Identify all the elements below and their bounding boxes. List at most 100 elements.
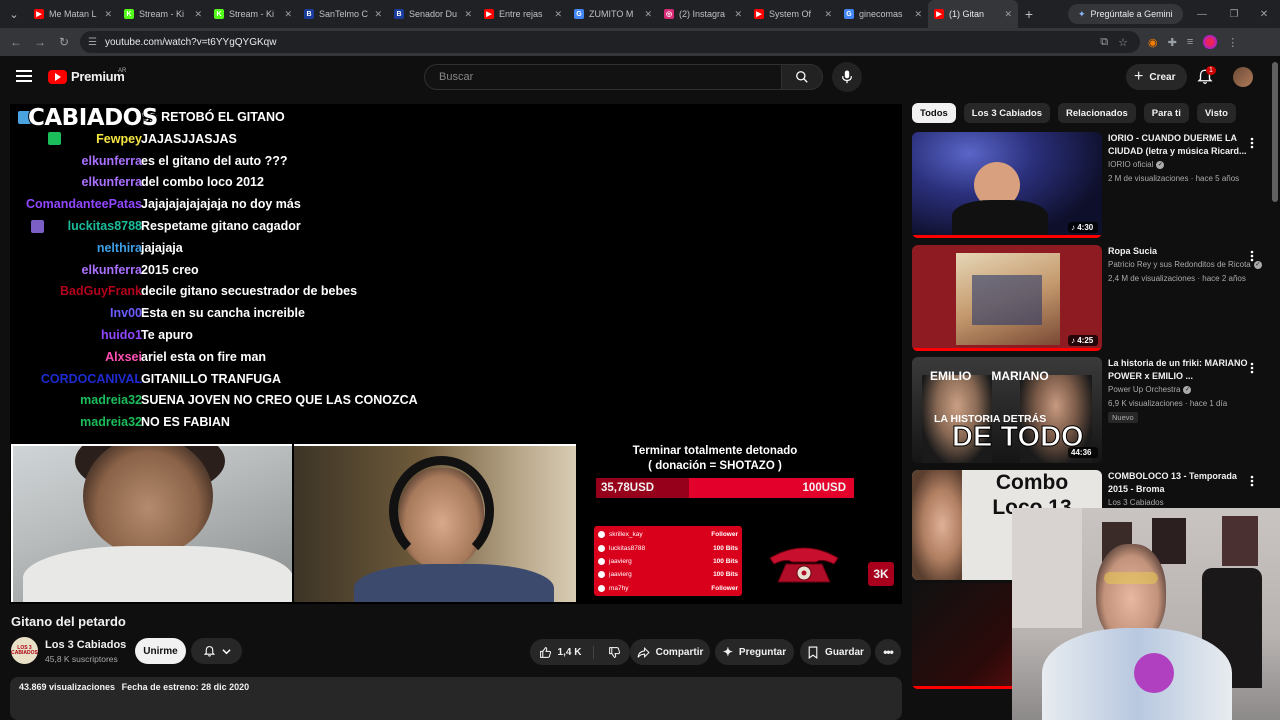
dislike-button[interactable] [600, 646, 621, 659]
profile-icon[interactable] [1203, 35, 1218, 49]
youtube-logo[interactable]: Premium [48, 69, 125, 84]
extension-icon[interactable]: ◉ [1148, 36, 1158, 49]
recommendation-item[interactable]: ♪ 4:30 IORIO - CUANDO DUERME LA CIUDAD (… [912, 132, 1272, 238]
thumbnail[interactable]: EMILIO MARIANO LA HISTORIA DETRÁS DE TOD… [912, 357, 1102, 463]
tab-close-icon[interactable]: ✕ [194, 9, 202, 20]
extensions-puzzle-icon[interactable]: ✚ [1168, 36, 1177, 49]
recommendation-title[interactable]: COMBOLOCO 13 - Temporada 2015 - Broma [1108, 470, 1248, 495]
browser-tab[interactable]: K Stream - Ki ✕ [208, 0, 298, 28]
tab-favicon-icon: B [394, 9, 404, 19]
tab-close-icon[interactable]: ✕ [554, 9, 562, 20]
join-button[interactable]: Unirme [135, 638, 186, 664]
menu-icon[interactable] [16, 70, 32, 82]
thumbs-down-icon [609, 646, 621, 658]
event-user: jaavierg [609, 557, 632, 565]
kebab-menu-icon[interactable] [1250, 361, 1254, 374]
browser-tab[interactable]: ▶ Me Matan L ✕ [28, 0, 118, 28]
restore-icon[interactable]: ❐ [1218, 0, 1250, 28]
channel-avatar[interactable]: LOS 3 CABIADOS [11, 637, 38, 664]
thumbnail[interactable]: ♪ 4:25 [912, 245, 1102, 351]
tab-close-icon[interactable]: ✕ [284, 9, 292, 20]
browser-tab[interactable]: ▶ (1) Gitan ✕ [928, 0, 1018, 28]
recommendation-channel[interactable]: IORIO oficial ✓ [1108, 160, 1165, 169]
site-info-icon[interactable]: ☰ [88, 37, 97, 48]
bookmark-star-icon[interactable]: ☆ [1118, 36, 1128, 49]
tab-favicon-icon: ◎ [664, 9, 674, 19]
tab-close-icon[interactable]: ✕ [464, 9, 472, 20]
forward-icon[interactable]: → [28, 30, 52, 54]
filter-chip[interactable]: Para ti [1143, 103, 1189, 123]
kebab-menu-icon[interactable] [1250, 249, 1254, 262]
save-button[interactable]: Guardar [800, 639, 871, 665]
back-icon[interactable]: ← [4, 30, 28, 54]
chat-text: SUENA JOVEN NO CREO QUE LAS CONOZCA [141, 393, 418, 408]
browser-tab[interactable]: Gginecomas ✕ [838, 0, 928, 28]
like-button[interactable]: 1,4 K [539, 645, 595, 659]
reading-list-icon[interactable]: ≡ [1187, 36, 1193, 48]
search-input[interactable]: Buscar [424, 64, 782, 90]
account-avatar[interactable] [1233, 67, 1253, 87]
bookmark-icon [808, 646, 818, 659]
chat-text: Te apuro [141, 328, 193, 342]
recommendation-channel[interactable]: Patricio Rey y sus Redonditos de Ricota ✓ [1108, 260, 1262, 269]
event-check-icon [598, 557, 605, 565]
browser-menu-icon[interactable]: ⋮ [1227, 36, 1238, 49]
more-actions-button[interactable]: ••• [875, 639, 901, 665]
browser-tab[interactable]: ▶ System Of ✕ [748, 0, 838, 28]
new-tab-button[interactable]: + [1018, 6, 1040, 22]
recommendation-item[interactable]: EMILIO MARIANO LA HISTORIA DETRÁS DE TOD… [912, 357, 1272, 463]
new-badge: Nuevo [1108, 412, 1138, 423]
chat-username: CORDOCANIVAL [40, 371, 142, 386]
tab-close-icon[interactable]: ✕ [644, 9, 652, 20]
filter-chip[interactable]: Relacionados [1058, 103, 1136, 123]
url-bar[interactable]: ☰ youtube.com/watch?v=t6YYgQYGKqw ⧉ ☆ [80, 31, 1140, 53]
recommendation-title[interactable]: La historia de un friki: MARIANO POWER x… [1108, 357, 1248, 382]
tab-close-icon[interactable]: ✕ [824, 9, 832, 20]
subscriber-count: 45,8 K suscriptores [45, 654, 118, 664]
filter-chip[interactable]: Los 3 Cabiados [963, 103, 1051, 123]
tab-close-icon[interactable]: ✕ [734, 9, 742, 20]
filter-chip[interactable]: Todos [912, 103, 956, 123]
create-button[interactable]: + Crear [1126, 64, 1188, 90]
minimize-icon[interactable]: — [1186, 0, 1218, 28]
voice-search-button[interactable] [832, 62, 862, 92]
browser-tab[interactable]: ▶ Entre rejas ✕ [478, 0, 568, 28]
event-value: 100 Bits [713, 557, 738, 565]
tab-favicon-icon: G [844, 9, 854, 19]
gemini-button[interactable]: ✦ Pregúntale a Gemini [1068, 4, 1183, 24]
channel-name[interactable]: Los 3 Cabiados [45, 639, 126, 651]
chat-text: Jajajajajajajaja no doy más [141, 197, 301, 212]
recommendation-item[interactable]: ♪ 4:25 Ropa Sucia Patricio Rey y sus Red… [912, 245, 1272, 351]
recommendation-title[interactable]: Ropa Sucia [1108, 245, 1248, 258]
recommendation-channel[interactable]: Los 3 Cabiados [1108, 498, 1164, 507]
description-box[interactable]: 43.869 visualizaciones Fecha de estreno:… [10, 677, 902, 720]
browser-tab[interactable]: G ZUMITO M ✕ [568, 0, 658, 28]
share-button[interactable]: Compartir [630, 639, 710, 665]
kebab-menu-icon[interactable] [1250, 136, 1254, 149]
ask-button[interactable]: ✦ Preguntar [715, 639, 794, 665]
browser-tab[interactable]: B Senador Du ✕ [388, 0, 478, 28]
tab-search-icon[interactable]: ⌄ [0, 0, 28, 28]
tab-close-icon[interactable]: ✕ [914, 9, 922, 20]
recommendation-channel[interactable]: Power Up Orchestra ✓ [1108, 385, 1192, 394]
browser-tab[interactable]: ◎ (2) Instagra ✕ [658, 0, 748, 28]
search-button[interactable] [781, 64, 823, 90]
reload-icon[interactable]: ↻ [52, 30, 76, 54]
tab-title: (2) Instagra [679, 9, 726, 19]
page-scrollbar[interactable] [1272, 62, 1278, 202]
video-player[interactable]: SE RETOBÓ EL GITANO Fewpey JAJASJJASJAS elk… [10, 104, 902, 604]
browser-tab[interactable]: B SanTelmo C ✕ [298, 0, 388, 28]
browser-tab[interactable]: K Stream - Ki ✕ [118, 0, 208, 28]
tab-close-icon[interactable]: ✕ [374, 9, 382, 20]
tab-close-icon[interactable]: ✕ [104, 9, 112, 20]
tab-close-icon[interactable]: ✕ [1004, 9, 1012, 20]
kebab-menu-icon[interactable] [1250, 474, 1254, 487]
install-icon[interactable]: ⧉ [1100, 36, 1108, 49]
filter-chip[interactable]: Visto [1196, 103, 1236, 123]
subscription-bell-button[interactable] [191, 638, 242, 664]
close-window-icon[interactable]: ✕ [1248, 0, 1280, 28]
thumbnail[interactable]: ♪ 4:30 [912, 132, 1102, 238]
video-title: Gitano del petardo [11, 614, 126, 629]
recommendation-title[interactable]: IORIO - CUANDO DUERME LA CIUDAD (letra y… [1108, 132, 1248, 157]
notifications-badge: 1 [1206, 66, 1216, 75]
